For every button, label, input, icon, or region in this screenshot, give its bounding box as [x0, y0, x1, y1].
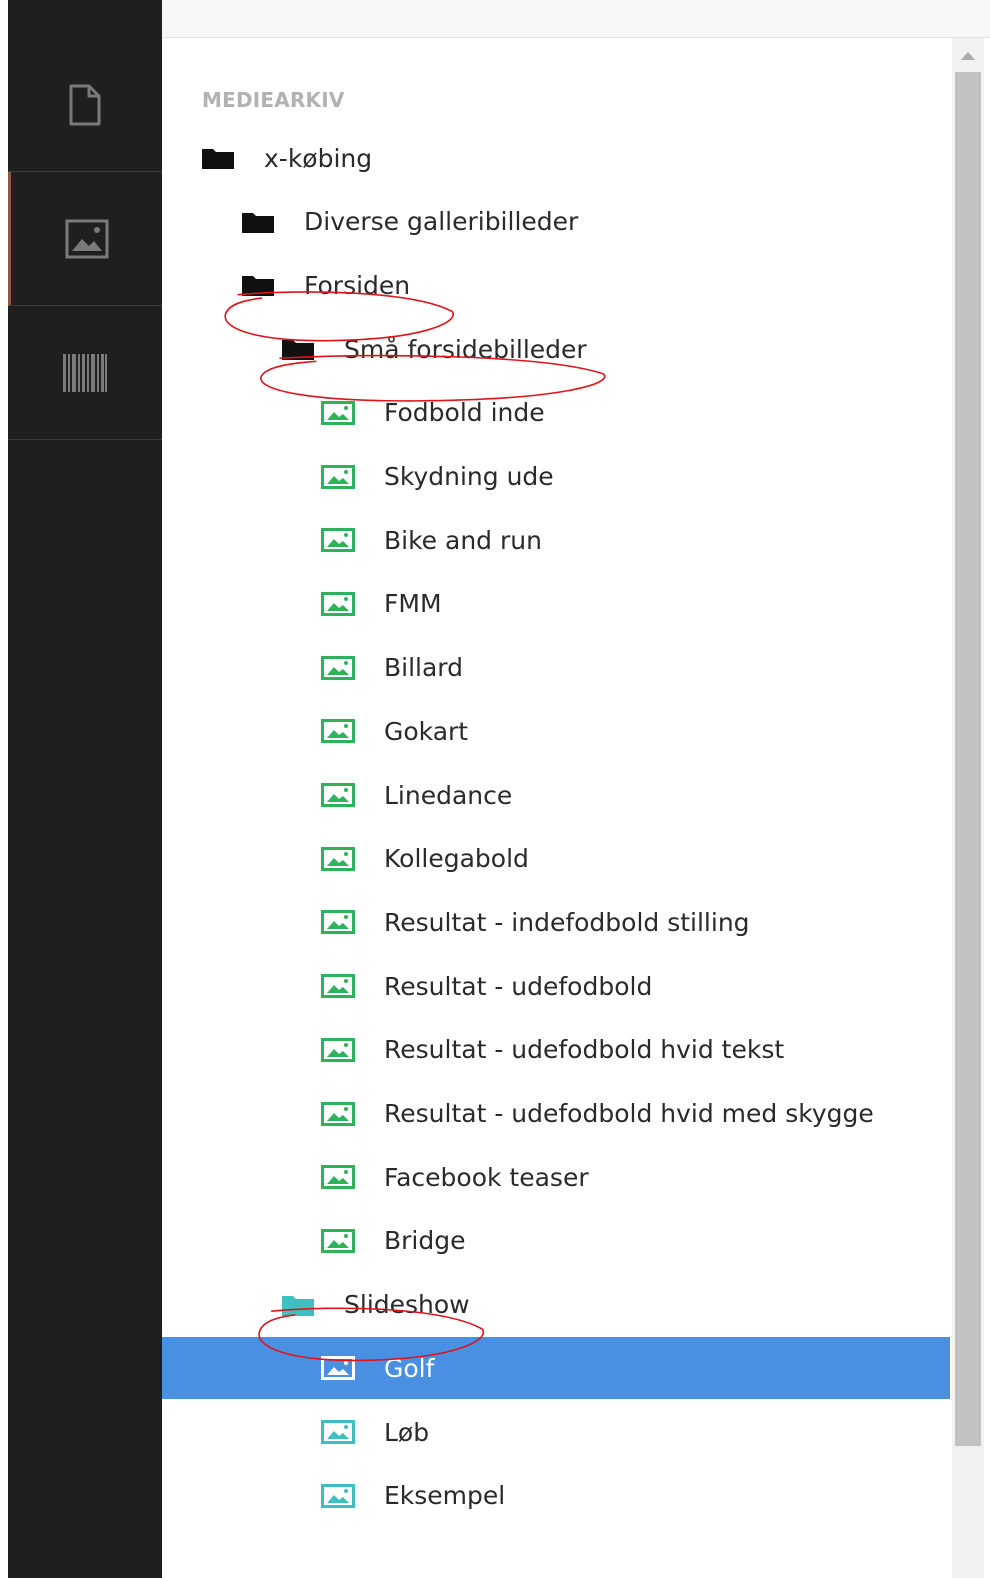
- image-icon: [320, 591, 356, 617]
- tree-node-label: Resultat - udefodbold hvid tekst: [384, 1035, 785, 1065]
- image-icon: [320, 1483, 356, 1509]
- folder-icon: [280, 1292, 316, 1318]
- tree-node-label: Bridge: [384, 1226, 466, 1256]
- tree-node-label: Små forsidebilleder: [344, 334, 587, 364]
- tree-node-label: Løb: [384, 1417, 430, 1447]
- tree-node-image[interactable]: Gokart: [162, 700, 950, 762]
- tree-node-slideshow[interactable]: Slideshow: [162, 1274, 950, 1336]
- media-tree: MEDIEARKIV x-købing Diverse galleribilled…: [162, 38, 952, 1578]
- image-icon: [320, 1164, 356, 1190]
- tree-node-label: Billard: [384, 653, 464, 683]
- tree-node-sma-forsidebilleder[interactable]: Små forsidebilleder: [162, 318, 950, 380]
- tree-node-label: Forsiden: [304, 270, 411, 300]
- image-icon: [320, 1419, 356, 1445]
- tree-node-image[interactable]: Resultat - udefodbold hvid med skygge: [162, 1083, 950, 1145]
- tree-node-image[interactable]: Løb: [162, 1401, 950, 1463]
- tree-node-label: Golf: [384, 1353, 435, 1383]
- tree-node-label: Eksempel: [384, 1481, 506, 1511]
- tree-node-image[interactable]: Skydning ude: [162, 446, 950, 508]
- section-barcode-button[interactable]: [8, 306, 162, 440]
- tree-node-image[interactable]: Resultat - indefodbold stilling: [162, 891, 950, 953]
- image-icon: [320, 1037, 356, 1063]
- tree-node-label: Resultat - udefodbold: [384, 971, 653, 1001]
- barcode-icon: [63, 353, 107, 392]
- image-icon: [320, 718, 356, 744]
- tree-node-label: Bike and run: [384, 525, 542, 555]
- sidebar-gap: [0, 0, 8, 1578]
- section-content-button[interactable]: [8, 38, 162, 172]
- tree-node-diverse-galleribilleder[interactable]: Diverse galleribilleder: [162, 191, 950, 253]
- tree-node-label: Linedance: [384, 780, 513, 810]
- tree-node-label: Fodbold inde: [384, 398, 545, 428]
- tree-node-image[interactable]: Golf: [162, 1337, 950, 1400]
- folder-icon: [240, 209, 276, 235]
- tree-node-image[interactable]: Fodbold inde: [162, 382, 950, 444]
- tree-node-image[interactable]: Kollegabold: [162, 828, 950, 890]
- top-header-strip: [162, 0, 990, 38]
- folder-icon: [200, 145, 236, 171]
- image-icon: [320, 400, 356, 426]
- tree-node-image[interactable]: Eksempel: [162, 1465, 950, 1527]
- tree-node-image[interactable]: Resultat - udefodbold hvid tekst: [162, 1019, 950, 1081]
- folder-icon: [280, 336, 316, 362]
- tree-node-label: FMM: [384, 589, 442, 619]
- tree-node-image[interactable]: Bridge: [162, 1210, 950, 1272]
- image-icon: [320, 782, 356, 808]
- tree-node-x-kobing[interactable]: x-købing: [162, 127, 950, 189]
- tree-node-image[interactable]: Bike and run: [162, 509, 950, 571]
- image-icon: [320, 973, 356, 999]
- scroll-thumb[interactable]: [955, 72, 981, 1446]
- tree-node-image[interactable]: Facebook teaser: [162, 1146, 950, 1208]
- tree-node-label: Slideshow: [344, 1290, 470, 1320]
- tree-heading: MEDIEARKIV: [202, 88, 345, 112]
- tree-node-label: Facebook teaser: [384, 1162, 589, 1192]
- tree-node-label: Kollegabold: [384, 844, 529, 874]
- tree-node-label: Resultat - udefodbold hvid med skygge: [384, 1099, 874, 1128]
- tree-node-label: Skydning ude: [384, 462, 554, 491]
- tree-node-image[interactable]: Linedance: [162, 764, 950, 826]
- image-icon: [320, 1228, 356, 1254]
- tree-node-label: Diverse galleribilleder: [304, 207, 579, 237]
- document-icon: [69, 84, 101, 125]
- tree-node-forsiden[interactable]: Forsiden: [162, 254, 950, 316]
- section-media-button[interactable]: [8, 172, 162, 306]
- folder-icon: [240, 272, 276, 298]
- image-icon: [320, 846, 356, 872]
- image-icon: [320, 655, 356, 681]
- tree-node-image[interactable]: FMM: [162, 573, 950, 635]
- image-icon: [320, 1101, 356, 1127]
- image-icon: [320, 464, 356, 490]
- tree-node-image[interactable]: Billard: [162, 637, 950, 699]
- tree-node-label: Gokart: [384, 716, 469, 746]
- image-icon: [320, 909, 356, 935]
- image-icon: [65, 219, 108, 258]
- tree-node-image[interactable]: Resultat - udefodbold: [162, 955, 950, 1017]
- scroll-up-arrow-icon[interactable]: [961, 52, 975, 60]
- image-icon: [320, 527, 356, 553]
- section-sidebar: [0, 0, 162, 1578]
- tree-scrollbar[interactable]: [952, 38, 984, 1578]
- tree-node-label: Resultat - indefodbold stilling: [384, 907, 750, 937]
- tree-node-label: x-købing: [264, 143, 373, 173]
- image-icon: [320, 1355, 356, 1381]
